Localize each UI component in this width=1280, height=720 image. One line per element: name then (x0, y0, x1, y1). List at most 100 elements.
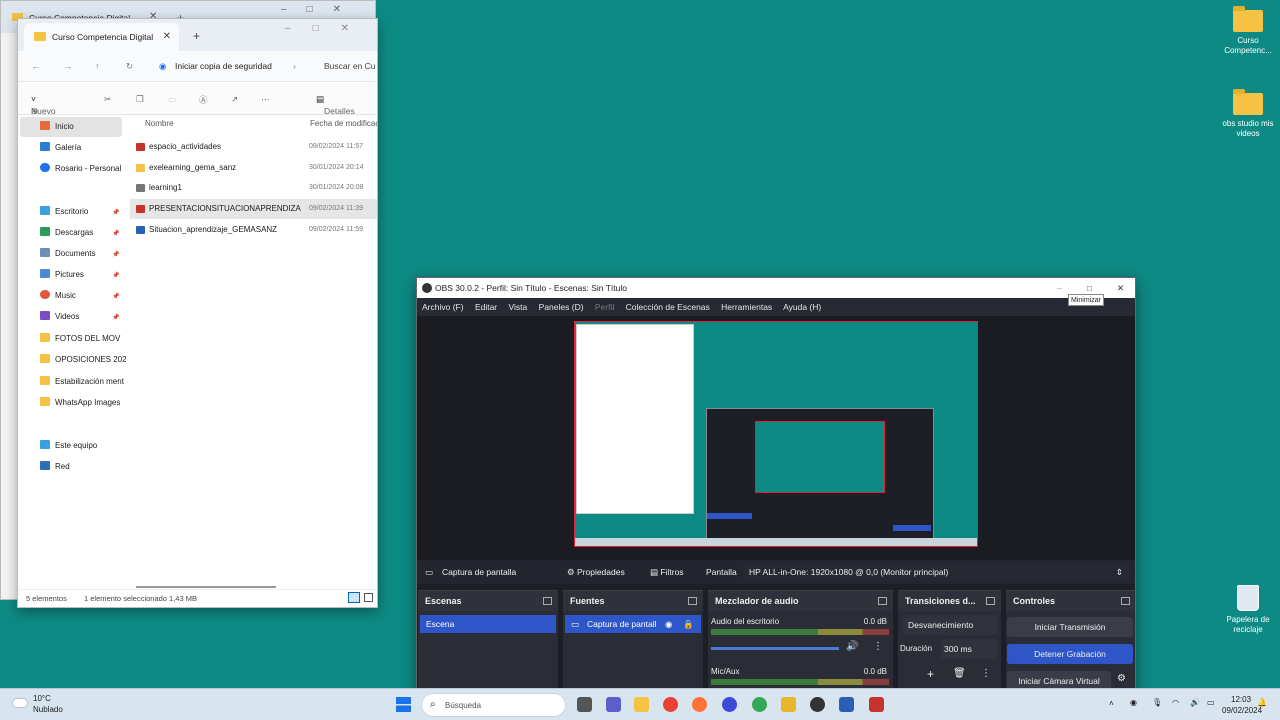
add-icon[interactable]: + (927, 667, 934, 681)
lock-icon[interactable]: 🔒 (683, 615, 694, 633)
menu-vista[interactable]: Vista (509, 302, 528, 312)
task-view-icon[interactable] (577, 697, 592, 712)
obs-icon[interactable] (810, 697, 825, 712)
column-header-name[interactable]: Nombre (145, 119, 173, 128)
firefox-icon[interactable] (692, 697, 707, 712)
file-row[interactable]: Situacion_aprendizaje_GEMASANZ 09/02/2024… (130, 220, 377, 240)
desktop-icon-recycle-bin[interactable]: Papelera de reciclaje (1213, 585, 1280, 635)
chrome-icon[interactable] (663, 697, 678, 712)
paste-icon[interactable]: ▭ (168, 94, 176, 105)
properties-button[interactable]: ⚙ Propiedades (567, 560, 625, 584)
media-player-icon[interactable] (722, 697, 737, 712)
sidebar-item-fotos[interactable]: FOTOS DEL MOV (40, 331, 126, 347)
sidebar-item-oposiciones[interactable]: OPOSICIONES 2023 (40, 352, 126, 368)
new-tab-icon[interactable]: + (193, 29, 200, 43)
file-explorer-icon[interactable] (634, 697, 649, 712)
tiles-view-icon[interactable] (364, 593, 373, 602)
screen-capture-preview[interactable] (574, 321, 978, 547)
stop-recording-button[interactable]: Detener Grabación (1007, 644, 1133, 664)
duration-input[interactable]: 300 ms (941, 639, 997, 659)
dock-undock-icon[interactable] (1121, 597, 1130, 605)
chevron-up-icon[interactable]: ˄ (1109, 699, 1114, 708)
teams-icon[interactable] (606, 697, 621, 712)
desktop-icon-curso[interactable]: Curso Competenc... (1213, 6, 1280, 56)
menu-archivo[interactable]: Archivo (F) (422, 302, 464, 312)
menu-ayuda[interactable]: Ayuda (H) (783, 302, 821, 312)
rename-icon[interactable]: Ⓐ (199, 94, 208, 106)
column-header-date[interactable]: Fecha de modificac (310, 119, 377, 128)
sidebar-item-red[interactable]: Red (40, 459, 126, 475)
clock-date[interactable]: 09/02/2024 (1222, 706, 1262, 715)
new-button[interactable]: ⊕ Nuevo ˅ (31, 94, 56, 116)
sidebar-item-galeria[interactable]: Galería (40, 140, 126, 156)
sidebar-item-inicio-label[interactable]: Inicio (40, 119, 126, 135)
menu-coleccion[interactable]: Colección de Escenas (626, 302, 710, 312)
menu-editar[interactable]: Editar (475, 302, 497, 312)
menu-perfil[interactable]: Perfil (595, 302, 614, 312)
up-arrow-icon[interactable]: ↑ (95, 61, 99, 71)
wifi-icon[interactable]: ◠ (1172, 698, 1179, 707)
file-row[interactable]: learning1 30/01/2024 20:08 (130, 178, 377, 198)
clock-time[interactable]: 12:03 (1231, 695, 1251, 704)
chrome-icon-2[interactable] (752, 697, 767, 712)
menu-paneles[interactable]: Paneles (D) (539, 302, 584, 312)
desktop-icon (40, 206, 50, 215)
battery-icon[interactable]: ▭ (1207, 698, 1215, 707)
desktop-audio-slider[interactable] (711, 647, 839, 650)
word-icon[interactable] (839, 697, 854, 712)
dock-undock-icon[interactable] (878, 597, 887, 605)
sidebar-item-onedrive[interactable]: Rosario - Personal (40, 161, 126, 177)
transition-select[interactable]: Desvanecimiento (902, 615, 997, 635)
desktop-icon-obs-videos[interactable]: obs studio mis videos (1213, 89, 1280, 139)
search-box[interactable]: Buscar en Cu (324, 61, 376, 71)
refresh-icon[interactable]: ↻ (126, 61, 133, 72)
window-controls[interactable]: –□✕ (281, 4, 361, 15)
filters-button[interactable]: ▤ Filtros (650, 560, 684, 584)
tray-icon[interactable]: ◉ (1130, 698, 1137, 707)
more-icon[interactable]: ··· (261, 94, 270, 104)
sidebar-item-whatsapp[interactable]: WhatsApp Images (40, 395, 126, 411)
scene-item[interactable]: Escena (420, 615, 556, 633)
gear-icon[interactable]: ⚙ (1117, 673, 1126, 684)
start-streaming-button[interactable]: Iniciar Transmisión (1007, 617, 1133, 637)
horizontal-scrollbar[interactable] (136, 586, 276, 588)
trash-icon[interactable]: 🗑 (953, 668, 966, 679)
sidebar-item-estabilizacion[interactable]: Estabilización ment (40, 374, 126, 390)
chevron-right-icon: › (293, 61, 296, 71)
taskbar-search[interactable]: ⌕ Búsqueda (421, 693, 566, 717)
security-shield-icon[interactable] (781, 697, 796, 712)
file-row[interactable]: espacio_actividades 09/02/2024 11:57 (130, 137, 377, 157)
source-item[interactable]: ▭ Captura de pantall ◉ 🔒 (565, 615, 701, 633)
details-view-icon[interactable] (348, 592, 360, 603)
forward-arrow-icon[interactable]: → (64, 61, 73, 71)
file-row-selected[interactable]: PRESENTACIONSITUACIONAPRENDIZAJE... 09/02… (130, 199, 377, 219)
more-vertical-icon[interactable]: ⋮ (981, 668, 991, 679)
back-arrow-icon[interactable]: ← (32, 61, 41, 71)
more-vertical-icon[interactable]: ⋮ (873, 641, 883, 652)
file-row[interactable]: exelearning_gema_sanz 30/01/2024 20:14 (130, 158, 377, 178)
window-controls[interactable]: –□✕ (285, 23, 371, 34)
start-button[interactable] (396, 697, 411, 712)
close-icon[interactable]: ✕ (1117, 278, 1124, 298)
dock-undock-icon[interactable] (986, 597, 995, 605)
share-icon[interactable]: ↗ (231, 94, 238, 105)
backup-link[interactable]: Iniciar copia de seguridad (175, 61, 272, 71)
close-tab-icon[interactable]: ✕ (163, 31, 171, 42)
microphone-icon[interactable]: 🎙 (1152, 698, 1162, 707)
network-icon (40, 461, 50, 470)
cut-icon[interactable]: ✂ (104, 94, 111, 105)
powerpoint-icon[interactable] (869, 697, 884, 712)
menu-herramientas[interactable]: Herramientas (721, 302, 772, 312)
sidebar-item-este-equipo[interactable]: Este equipo (40, 438, 126, 454)
details-button[interactable]: ▤ Detalles (316, 94, 355, 116)
visibility-eye-icon[interactable]: ◉ (665, 615, 672, 633)
monitor-select[interactable]: HP ALL-in-One: 1920x1080 @ 0,0 (Monitor … (743, 563, 1129, 581)
minimize-icon[interactable]: – (1057, 278, 1062, 298)
dock-undock-icon[interactable] (688, 597, 697, 605)
volume-icon[interactable]: 🔊 (1190, 698, 1200, 707)
copy-icon[interactable]: ❐ (136, 94, 144, 105)
tab-curso[interactable]: Curso Competencia Digital ✕ (24, 23, 179, 51)
notification-bell-icon[interactable]: 🔔 (1257, 698, 1267, 707)
dock-undock-icon[interactable] (543, 597, 552, 605)
volume-icon[interactable]: 🔊 (846, 641, 858, 652)
